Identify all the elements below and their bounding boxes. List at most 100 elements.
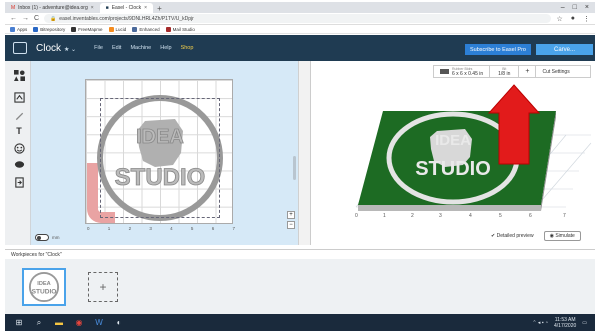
carve-button[interactable]: Carve...	[536, 44, 593, 55]
x-tick: 2	[411, 213, 414, 219]
bookmark-item[interactable]: Enhanced	[132, 26, 160, 32]
close-tab-icon[interactable]: ×	[144, 5, 147, 11]
star-icon[interactable]: ☆	[556, 15, 562, 23]
favorite-star-icon[interactable]: ★ ⌄	[64, 47, 76, 53]
material-dimensions[interactable]: Rubber Bldrs 6 x 6 x 0.45 in	[434, 66, 491, 77]
selection-box[interactable]	[100, 98, 220, 218]
material-settings-bar: Rubber Bldrs 6 x 6 x 0.45 in Bit 1/8 in …	[433, 65, 591, 78]
menu-machine[interactable]: Machine	[130, 45, 151, 51]
menu-shop[interactable]: Shop	[181, 45, 194, 51]
clock-date: 4/17/2020	[554, 322, 577, 329]
gmail-icon: M	[11, 5, 16, 11]
design-canvas[interactable]: IDEA STUDIO 0 1 2 3 4 5 6 7 + − mm	[31, 61, 298, 245]
menu-help[interactable]: Help	[160, 45, 171, 51]
pen-icon[interactable]	[13, 109, 25, 121]
menu-kebab-icon[interactable]: ⋮	[583, 15, 590, 23]
bookmark-item[interactable]: Bitrepository	[33, 26, 65, 32]
zoom-out-button[interactable]: −	[287, 221, 295, 229]
chrome-icon[interactable]: ◉	[75, 318, 83, 327]
url-input[interactable]: 🔒 easel.inventables.com/projects/9DNLHRL…	[44, 14, 552, 23]
easel-logo-icon	[13, 42, 27, 54]
preview-3d-panel: IDEA STUDIO 0 1 2 3 4 5 6 7 Rubber Bldrs…	[310, 61, 595, 245]
material-swatch-icon	[440, 69, 449, 74]
material-dimensions-text: 6 x 6 x 0.45 in	[452, 70, 484, 77]
bookmark-item[interactable]: Lucid	[108, 26, 127, 32]
add-bit-button[interactable]: +	[519, 66, 537, 77]
x-tick: 7	[232, 226, 235, 231]
url-text: easel.inventables.com/projects/9DNLHRL4Z…	[59, 15, 194, 22]
clock[interactable]: 11:53 AM 4/17/2020	[554, 317, 576, 329]
bit-size-selector[interactable]: Bit 1/8 in	[490, 66, 520, 77]
zoom-in-button[interactable]: +	[287, 211, 295, 219]
maximize-icon[interactable]: □	[573, 4, 577, 11]
forward-icon[interactable]: →	[22, 15, 29, 22]
thumb-bottom-text: STUDIO	[32, 289, 57, 296]
tray-icons[interactable]: ⌃ ◂ ▪ ◔	[532, 320, 548, 326]
menu-file[interactable]: File	[94, 45, 103, 51]
project-title-text: Clock	[36, 42, 62, 54]
add-workpiece-button[interactable]: +	[88, 272, 118, 302]
minimize-icon[interactable]: –	[561, 4, 565, 11]
x-tick: 7	[563, 213, 566, 219]
bookmark-item[interactable]: Mail Studio	[165, 26, 195, 32]
canvas-x-axis: 0 1 2 3 4 5 6 7	[87, 226, 235, 234]
new-tab-button[interactable]: +	[153, 4, 166, 13]
detailed-preview-toggle[interactable]: ✔ Detailed preview	[491, 233, 534, 239]
material-front-face	[358, 205, 541, 211]
x-tick: 3	[439, 213, 442, 219]
bit-size-text: 1/8 in	[498, 70, 511, 77]
add-workpiece-icon: +	[99, 280, 107, 294]
bookmark-item[interactable]: FreeMapme	[71, 26, 103, 32]
canvas-scroll-handle[interactable]	[293, 156, 296, 180]
icon-tool[interactable]	[13, 142, 25, 154]
word-icon[interactable]: W	[95, 318, 103, 327]
os-taskbar: ⊞ ⌕ ▬ ◉ W ◐ ⌃ ◂ ▪ ◔ 11:53 AM 4/17/2020 ▭	[5, 314, 595, 331]
profile-icon[interactable]: ●	[571, 15, 575, 23]
tab-inbox[interactable]: M Inbox (1) - adventure@idea.org ×	[5, 3, 100, 13]
close-window-icon[interactable]: ×	[585, 4, 589, 11]
search-icon[interactable]: ⌕	[35, 318, 43, 327]
cut-settings-button[interactable]: Cut Settings	[536, 69, 575, 75]
back-icon[interactable]: ←	[10, 15, 17, 22]
panel-divider[interactable]	[298, 61, 310, 245]
easel-tab-icon: ■	[105, 5, 109, 11]
project-title[interactable]: Clock ★ ⌄	[36, 43, 76, 54]
units-label: mm	[52, 235, 60, 240]
bookmarks-bar: Apps Bitrepository FreeMapme Lucid Enhan…	[5, 25, 595, 34]
address-bar-row: ← → C 🔒 easel.inventables.com/projects/9…	[5, 13, 595, 25]
close-tab-icon[interactable]: ×	[91, 5, 94, 11]
workpieces-header: Workpieces for "Clock"	[5, 249, 595, 259]
apps-grid-icon	[10, 26, 15, 32]
import-file-icon[interactable]	[13, 176, 25, 188]
workpieces-label: Workpieces for "Clock"	[11, 251, 62, 258]
bookmark-apps[interactable]: Apps	[10, 26, 27, 32]
x-tick: 1	[383, 213, 386, 219]
shapes-icon[interactable]	[13, 69, 25, 81]
emblem-3d-top-text: IDEA	[435, 132, 471, 149]
file-explorer-icon[interactable]: ▬	[55, 318, 63, 327]
apps-icon[interactable]	[13, 158, 25, 170]
notifications-icon[interactable]: ▭	[582, 320, 587, 326]
subscribe-button[interactable]: Subscribe to Easel Pro	[465, 44, 531, 55]
workpiece-thumbnail[interactable]: IDEA STUDIO	[22, 268, 66, 306]
bookmark-icon	[33, 26, 39, 32]
bookmark-icon	[132, 26, 138, 32]
x-tick: 6	[211, 226, 215, 231]
text-icon[interactable]: T	[13, 125, 25, 137]
browser-tab-bar: M Inbox (1) - adventure@idea.org × ■ Eas…	[5, 2, 595, 13]
tab-easel[interactable]: ■ Easel - Clock ×	[99, 3, 154, 13]
screenshot-frame: M Inbox (1) - adventure@idea.org × ■ Eas…	[0, 0, 597, 331]
address-bar-icons: ☆ ● ⋮	[556, 15, 590, 23]
windows-icon[interactable]: ⊞	[15, 318, 23, 327]
import-icon[interactable]	[13, 91, 25, 103]
reload-icon[interactable]: C	[34, 15, 39, 22]
zoom-controls: + −	[287, 211, 296, 239]
x-tick: 6	[529, 213, 532, 219]
other-icon[interactable]: ◐	[115, 318, 123, 327]
thumb-top-text: IDEA	[37, 281, 50, 287]
simulate-button[interactable]: ◉ Simulate	[543, 231, 581, 241]
units-toggle[interactable]	[35, 234, 49, 241]
simulate-label: Simulate	[555, 233, 575, 239]
bookmark-label: Lucid	[115, 26, 127, 32]
menu-edit[interactable]: Edit	[112, 45, 121, 51]
